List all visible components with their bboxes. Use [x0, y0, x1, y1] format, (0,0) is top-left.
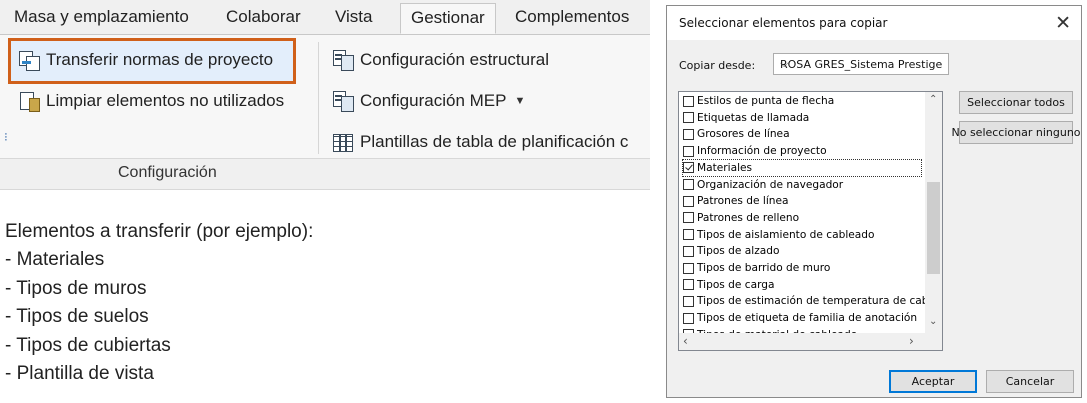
- item-checkbox[interactable]: [683, 212, 694, 224]
- notes-item: - Materiales: [5, 249, 105, 271]
- item-label: Materiales: [697, 161, 753, 174]
- list-item[interactable]: Tipos de etiqueta de familia de anotació…: [683, 310, 917, 326]
- item-checkbox[interactable]: [683, 245, 694, 257]
- purge-unused-button[interactable]: Limpiar elementos no utilizados: [18, 90, 284, 112]
- schedule-templates-button[interactable]: Plantillas de tabla de planificación c: [332, 131, 628, 153]
- list-item[interactable]: Tipos de barrido de muro: [683, 260, 830, 276]
- item-label: Patrones de línea: [697, 195, 789, 208]
- item-checkbox[interactable]: [683, 229, 694, 241]
- notes-item: - Tipos de suelos: [5, 306, 149, 328]
- item-label: Tipos de aislamiento de cableado: [697, 228, 875, 241]
- item-label: Estilos de punta de flecha: [697, 95, 835, 107]
- panel-title: Configuración: [118, 164, 217, 181]
- transfer-standards-label: Transferir normas de proyecto: [46, 50, 274, 69]
- list-item[interactable]: Tipos de estimación de temperatura de ca…: [683, 293, 943, 309]
- mep-settings-icon: [332, 90, 354, 112]
- item-label: Información de proyecto: [697, 145, 827, 158]
- close-icon[interactable]: ✕: [1055, 12, 1071, 34]
- select-none-button[interactable]: No seleccionar ninguno: [951, 121, 1081, 144]
- list-item[interactable]: Patrones de relleno: [683, 210, 799, 226]
- list-item[interactable]: Información de proyecto: [683, 143, 827, 159]
- list-item[interactable]: Organización de navegador: [683, 177, 843, 193]
- tab-view[interactable]: Vista: [335, 7, 373, 27]
- notes-item: - Tipos de cubiertas: [5, 334, 171, 356]
- purge-icon: [18, 90, 40, 112]
- chevron-down-icon[interactable]: ▼: [514, 95, 525, 107]
- copy-from-label: Copiar desde:: [679, 59, 756, 72]
- item-label: Patrones de relleno: [697, 211, 800, 224]
- list-item[interactable]: Etiquetas de llamada: [683, 110, 809, 126]
- list-item[interactable]: Tipos de carga: [683, 277, 775, 293]
- ribbon: Masa y emplazamiento Colaborar Vista Ges…: [0, 0, 650, 190]
- dialog-title: Seleccionar elementos para copiar: [679, 16, 888, 30]
- items-listbox[interactable]: Estilos de punta de flecha Etiquetas de l…: [678, 91, 943, 351]
- schedule-templates-label: Plantillas de tabla de planificación c: [360, 132, 629, 151]
- transfer-standards-button[interactable]: Transferir normas de proyecto: [18, 49, 273, 71]
- panel-separator: [318, 42, 319, 154]
- cancel-button[interactable]: Cancelar: [986, 370, 1074, 393]
- item-checkbox[interactable]: [683, 279, 694, 291]
- mep-settings-label: Configuración MEP: [360, 91, 507, 110]
- tab-addins[interactable]: Complementos: [515, 7, 629, 27]
- list-item[interactable]: Patrones de línea: [683, 193, 789, 209]
- item-label: Organización de navegador: [697, 178, 844, 191]
- item-label: Tipos de alzado: [697, 245, 780, 258]
- item-label: Tipos de carga: [697, 278, 775, 291]
- dialog-titlebar: Seleccionar elementos para copiar ✕: [667, 6, 1081, 40]
- list-item[interactable]: Estilos de punta de flecha: [683, 93, 834, 109]
- structural-settings-button[interactable]: Configuración estructural: [332, 49, 549, 71]
- vertical-scrollbar[interactable]: ⌃ ⌄: [925, 92, 942, 333]
- item-checkbox[interactable]: [683, 128, 694, 140]
- copy-from-dropdown[interactable]: ROSA GRES_Sistema Prestige ⌵: [773, 53, 949, 75]
- ok-button[interactable]: Aceptar: [889, 370, 977, 393]
- scroll-right-icon[interactable]: ›: [909, 334, 914, 348]
- chevron-down-icon[interactable]: ⌵: [780, 57, 944, 71]
- item-checkbox[interactable]: [683, 195, 694, 207]
- tab-massing-site[interactable]: Masa y emplazamiento: [14, 7, 189, 27]
- scroll-down-icon[interactable]: ⌄: [929, 316, 937, 327]
- item-checkbox[interactable]: [683, 295, 694, 307]
- notes-item: - Plantilla de vista: [5, 363, 154, 385]
- tab-manage[interactable]: Gestionar: [400, 3, 496, 34]
- item-label: Tipos de estimación de temperatura de ca…: [697, 295, 943, 308]
- list-item[interactable]: Grosores de línea: [683, 126, 790, 142]
- list-item[interactable]: Materiales: [682, 158, 922, 177]
- notes: Elementos a transferir (por ejemplo): - …: [5, 218, 313, 388]
- purge-unused-label: Limpiar elementos no utilizados: [46, 91, 285, 110]
- item-label: Grosores de línea: [697, 128, 790, 141]
- item-label: Etiquetas de llamada: [697, 111, 810, 124]
- ribbon-tab-bar: Masa y emplazamiento Colaborar Vista Ges…: [0, 0, 650, 35]
- structural-settings-icon: [332, 49, 354, 71]
- item-checkbox[interactable]: [683, 312, 694, 324]
- schedule-table-icon: [332, 131, 354, 153]
- list-item[interactable]: Tipos de aislamiento de cableado: [683, 227, 875, 243]
- tab-collaborate[interactable]: Colaborar: [226, 7, 301, 27]
- select-all-button[interactable]: Seleccionar todos: [959, 91, 1073, 114]
- item-checkbox[interactable]: [683, 95, 694, 107]
- notes-item: - Tipos de muros: [5, 277, 147, 299]
- item-checkbox[interactable]: [683, 179, 694, 190]
- scroll-thumb[interactable]: [927, 182, 940, 274]
- scroll-left-icon[interactable]: ‹: [683, 334, 688, 348]
- mep-settings-button[interactable]: Configuración MEP ▼: [332, 90, 525, 112]
- panel-footer: Configuración: [0, 158, 650, 190]
- item-checkbox[interactable]: [683, 162, 694, 174]
- notes-heading: Elementos a transferir (por ejemplo):: [5, 221, 314, 242]
- item-label: Tipos de etiqueta de familia de anotació…: [697, 312, 918, 325]
- scroll-up-icon[interactable]: ⌃: [929, 94, 937, 105]
- select-items-dialog: Seleccionar elementos para copiar ✕ Copi…: [666, 5, 1082, 398]
- item-checkbox[interactable]: [683, 262, 694, 274]
- item-checkbox[interactable]: [683, 112, 694, 124]
- item-label: Tipos de barrido de muro: [697, 262, 831, 274]
- scrollbar-corner: [925, 333, 942, 350]
- list-item[interactable]: Tipos de alzado: [683, 243, 779, 259]
- horizontal-scrollbar[interactable]: ‹ ›: [679, 333, 942, 350]
- panel-dots: ⁝: [4, 130, 8, 144]
- structural-settings-label: Configuración estructural: [360, 50, 549, 69]
- item-checkbox[interactable]: [683, 145, 694, 157]
- transfer-icon: [18, 49, 40, 71]
